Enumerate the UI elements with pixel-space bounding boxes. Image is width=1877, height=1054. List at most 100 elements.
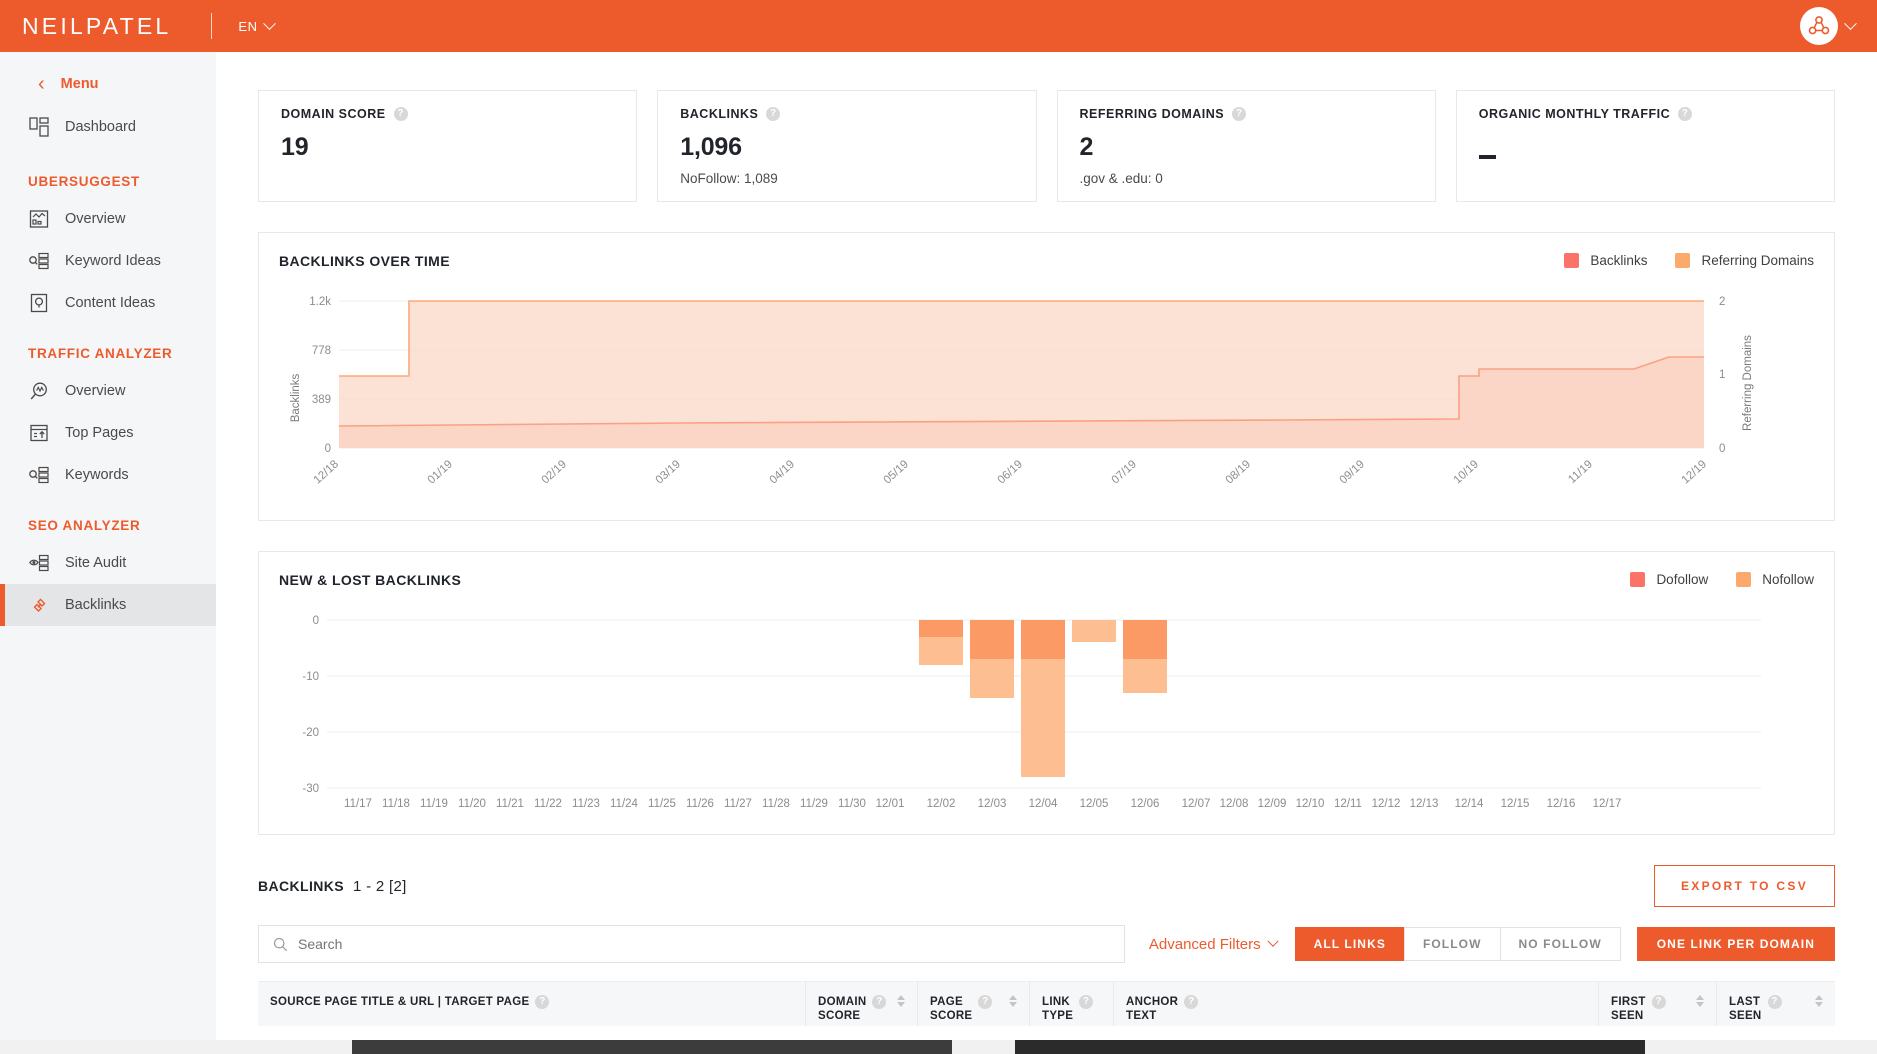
metric-value: 1,096: [680, 133, 742, 161]
bar-chart-svg: 0 -10 -20 -30 11/17 11/18 11/19 11/20 11…: [302, 615, 1761, 810]
column-header-source-page[interactable]: SOURCE PAGE TITLE & URL | TARGET PAGE ?: [258, 982, 806, 1026]
sidebar-menu-toggle[interactable]: ‹ Menu: [0, 62, 216, 106]
x-tick-label: 03/19: [654, 458, 683, 486]
y-tick-label: 389: [312, 394, 331, 406]
x-tick-label: 12/15: [1501, 798, 1530, 810]
brand-logo[interactable]: NEILPATEL: [22, 13, 171, 40]
sort-icon[interactable]: [1696, 995, 1704, 1007]
question-icon[interactable]: ?: [872, 995, 887, 1009]
x-tick-label: 11/19: [420, 798, 448, 810]
sidebar-item-ubersuggest-overview[interactable]: Overview: [0, 198, 216, 240]
new-lost-backlinks-panel: NEW & LOST BACKLINKS Dofollow Nofollow 0…: [258, 551, 1835, 835]
account-menu[interactable]: [1800, 7, 1857, 45]
question-icon[interactable]: ?: [393, 107, 408, 121]
column-header-page-score[interactable]: PAGE SCORE ?: [918, 982, 1030, 1026]
search-input[interactable]: [298, 936, 1110, 952]
metric-card-backlinks: BACKLINKS ? 1,096 NoFollow: 1,089: [657, 90, 1037, 202]
y-axis-title: Backlinks: [290, 373, 302, 422]
column-label: ANCHOR TEXT: [1126, 996, 1179, 1022]
column-header-anchor-text[interactable]: ANCHOR TEXT ?: [1114, 982, 1599, 1026]
x-tick-label: 12/17: [1593, 798, 1622, 810]
search-box[interactable]: [258, 925, 1125, 963]
column-header-link-type[interactable]: LINK TYPE ?: [1030, 982, 1114, 1026]
sidebar-item-traffic-keywords[interactable]: Keywords: [0, 454, 216, 496]
column-label: LAST SEEN: [1729, 996, 1762, 1022]
question-icon[interactable]: ?: [1678, 107, 1693, 121]
question-icon[interactable]: ?: [535, 995, 550, 1009]
sidebar-item-backlinks[interactable]: Backlinks: [0, 584, 216, 626]
x-axis-labels: 12/18 01/19 02/19 03/19 04/19 05/19 06/1…: [312, 458, 1709, 486]
y-tick-label: 0: [313, 615, 319, 627]
legend-item-nofollow[interactable]: Nofollow: [1736, 572, 1814, 587]
scrollbar-thumb-secondary[interactable]: [1015, 1040, 1645, 1054]
sidebar-group-ubersuggest: UBERSUGGEST: [28, 174, 140, 189]
column-header-domain-score[interactable]: DOMAIN SCORE ?: [806, 982, 918, 1026]
x-tick-label: 12/10: [1296, 798, 1325, 810]
metric-card-domain-score: DOMAIN SCORE ? 19: [258, 90, 638, 202]
language-selector[interactable]: EN: [238, 16, 276, 34]
sidebar-item-traffic-overview[interactable]: Overview: [0, 370, 216, 412]
lightbulb-page-icon: [28, 292, 50, 314]
legend-swatch: [1736, 572, 1752, 587]
legend-item-backlinks[interactable]: Backlinks: [1564, 253, 1647, 268]
x-tick-label: 11/29: [800, 798, 828, 810]
x-tick-label: 12/14: [1455, 798, 1484, 810]
sidebar-item-top-pages[interactable]: Top Pages: [0, 412, 216, 454]
question-icon[interactable]: ?: [1651, 995, 1666, 1009]
x-tick-label: 09/19: [1338, 458, 1367, 486]
x-tick-label: 12/16: [1547, 798, 1576, 810]
metric-label: DOMAIN SCORE: [281, 107, 386, 121]
question-icon[interactable]: ?: [978, 995, 993, 1009]
bar-dofollow: [1021, 620, 1065, 659]
sidebar-item-content-ideas[interactable]: Content Ideas: [0, 282, 216, 324]
sidebar-item-label: Site Audit: [65, 555, 127, 571]
chevron-left-icon: ‹: [38, 73, 45, 95]
sidebar-item-dashboard[interactable]: Dashboard: [0, 106, 216, 148]
legend-item-dofollow[interactable]: Dofollow: [1630, 572, 1708, 587]
filter-no-follow-button[interactable]: NO FOLLOW: [1499, 927, 1621, 961]
export-to-csv-button[interactable]: EXPORT TO CSV: [1653, 865, 1835, 907]
legend-item-referring-domains[interactable]: Referring Domains: [1675, 253, 1814, 268]
advanced-filters-toggle[interactable]: Advanced Filters: [1149, 936, 1279, 953]
sidebar-group-seo-analyzer: SEO ANALYZER: [28, 518, 141, 533]
backlinks-count: 1 - 2 [2]: [353, 877, 407, 895]
question-icon[interactable]: ?: [1079, 995, 1094, 1009]
question-icon[interactable]: ?: [1184, 995, 1199, 1009]
keyword-list-icon: [28, 464, 50, 486]
column-header-first-seen[interactable]: FIRST SEEN ?: [1599, 982, 1717, 1026]
one-link-per-domain-button[interactable]: ONE LINK PER DOMAIN: [1636, 927, 1835, 961]
x-tick-label: 12/02: [927, 798, 956, 810]
bars: [919, 620, 1167, 777]
question-icon[interactable]: ?: [1767, 995, 1782, 1009]
sort-icon[interactable]: [1009, 995, 1017, 1007]
x-tick-label: 11/24: [610, 798, 639, 810]
sort-icon[interactable]: [897, 995, 905, 1007]
avatar[interactable]: [1800, 7, 1838, 45]
question-icon[interactable]: ?: [1232, 107, 1247, 121]
y-tick-label: 1.2k: [309, 296, 331, 308]
bar-chart-icon: [28, 208, 50, 230]
bar-dofollow: [1123, 620, 1167, 659]
magnifier-chart-icon: [28, 380, 50, 402]
horizontal-scrollbar[interactable]: [0, 1040, 1877, 1054]
sidebar-item-site-audit[interactable]: Site Audit: [0, 542, 216, 584]
column-label: LINK TYPE: [1042, 996, 1074, 1022]
y-tick-label: 0: [325, 443, 331, 455]
legend-label: Backlinks: [1590, 253, 1648, 268]
bar-nofollow: [919, 637, 963, 665]
x-tick-label: 12/09: [1258, 798, 1287, 810]
question-icon[interactable]: ?: [766, 107, 781, 121]
column-header-last-seen[interactable]: LAST SEEN ?: [1717, 982, 1835, 1026]
legend-swatch: [1630, 572, 1646, 587]
bar-nofollow: [1021, 659, 1065, 777]
filter-all-links-button[interactable]: ALL LINKS: [1294, 927, 1405, 961]
sort-icon[interactable]: [1815, 995, 1823, 1007]
backlinks-table-header-row: SOURCE PAGE TITLE & URL | TARGET PAGE ? …: [258, 981, 1835, 1026]
scrollbar-thumb[interactable]: [352, 1040, 952, 1054]
legend-label: Referring Domains: [1701, 253, 1814, 268]
bar-nofollow: [970, 659, 1014, 698]
sidebar-item-keyword-ideas[interactable]: Keyword Ideas: [0, 240, 216, 282]
metric-card-title: ORGANIC MONTHLY TRAFFIC ?: [1479, 107, 1812, 121]
filter-follow-button[interactable]: FOLLOW: [1403, 927, 1501, 961]
bar-dofollow: [970, 620, 1014, 659]
